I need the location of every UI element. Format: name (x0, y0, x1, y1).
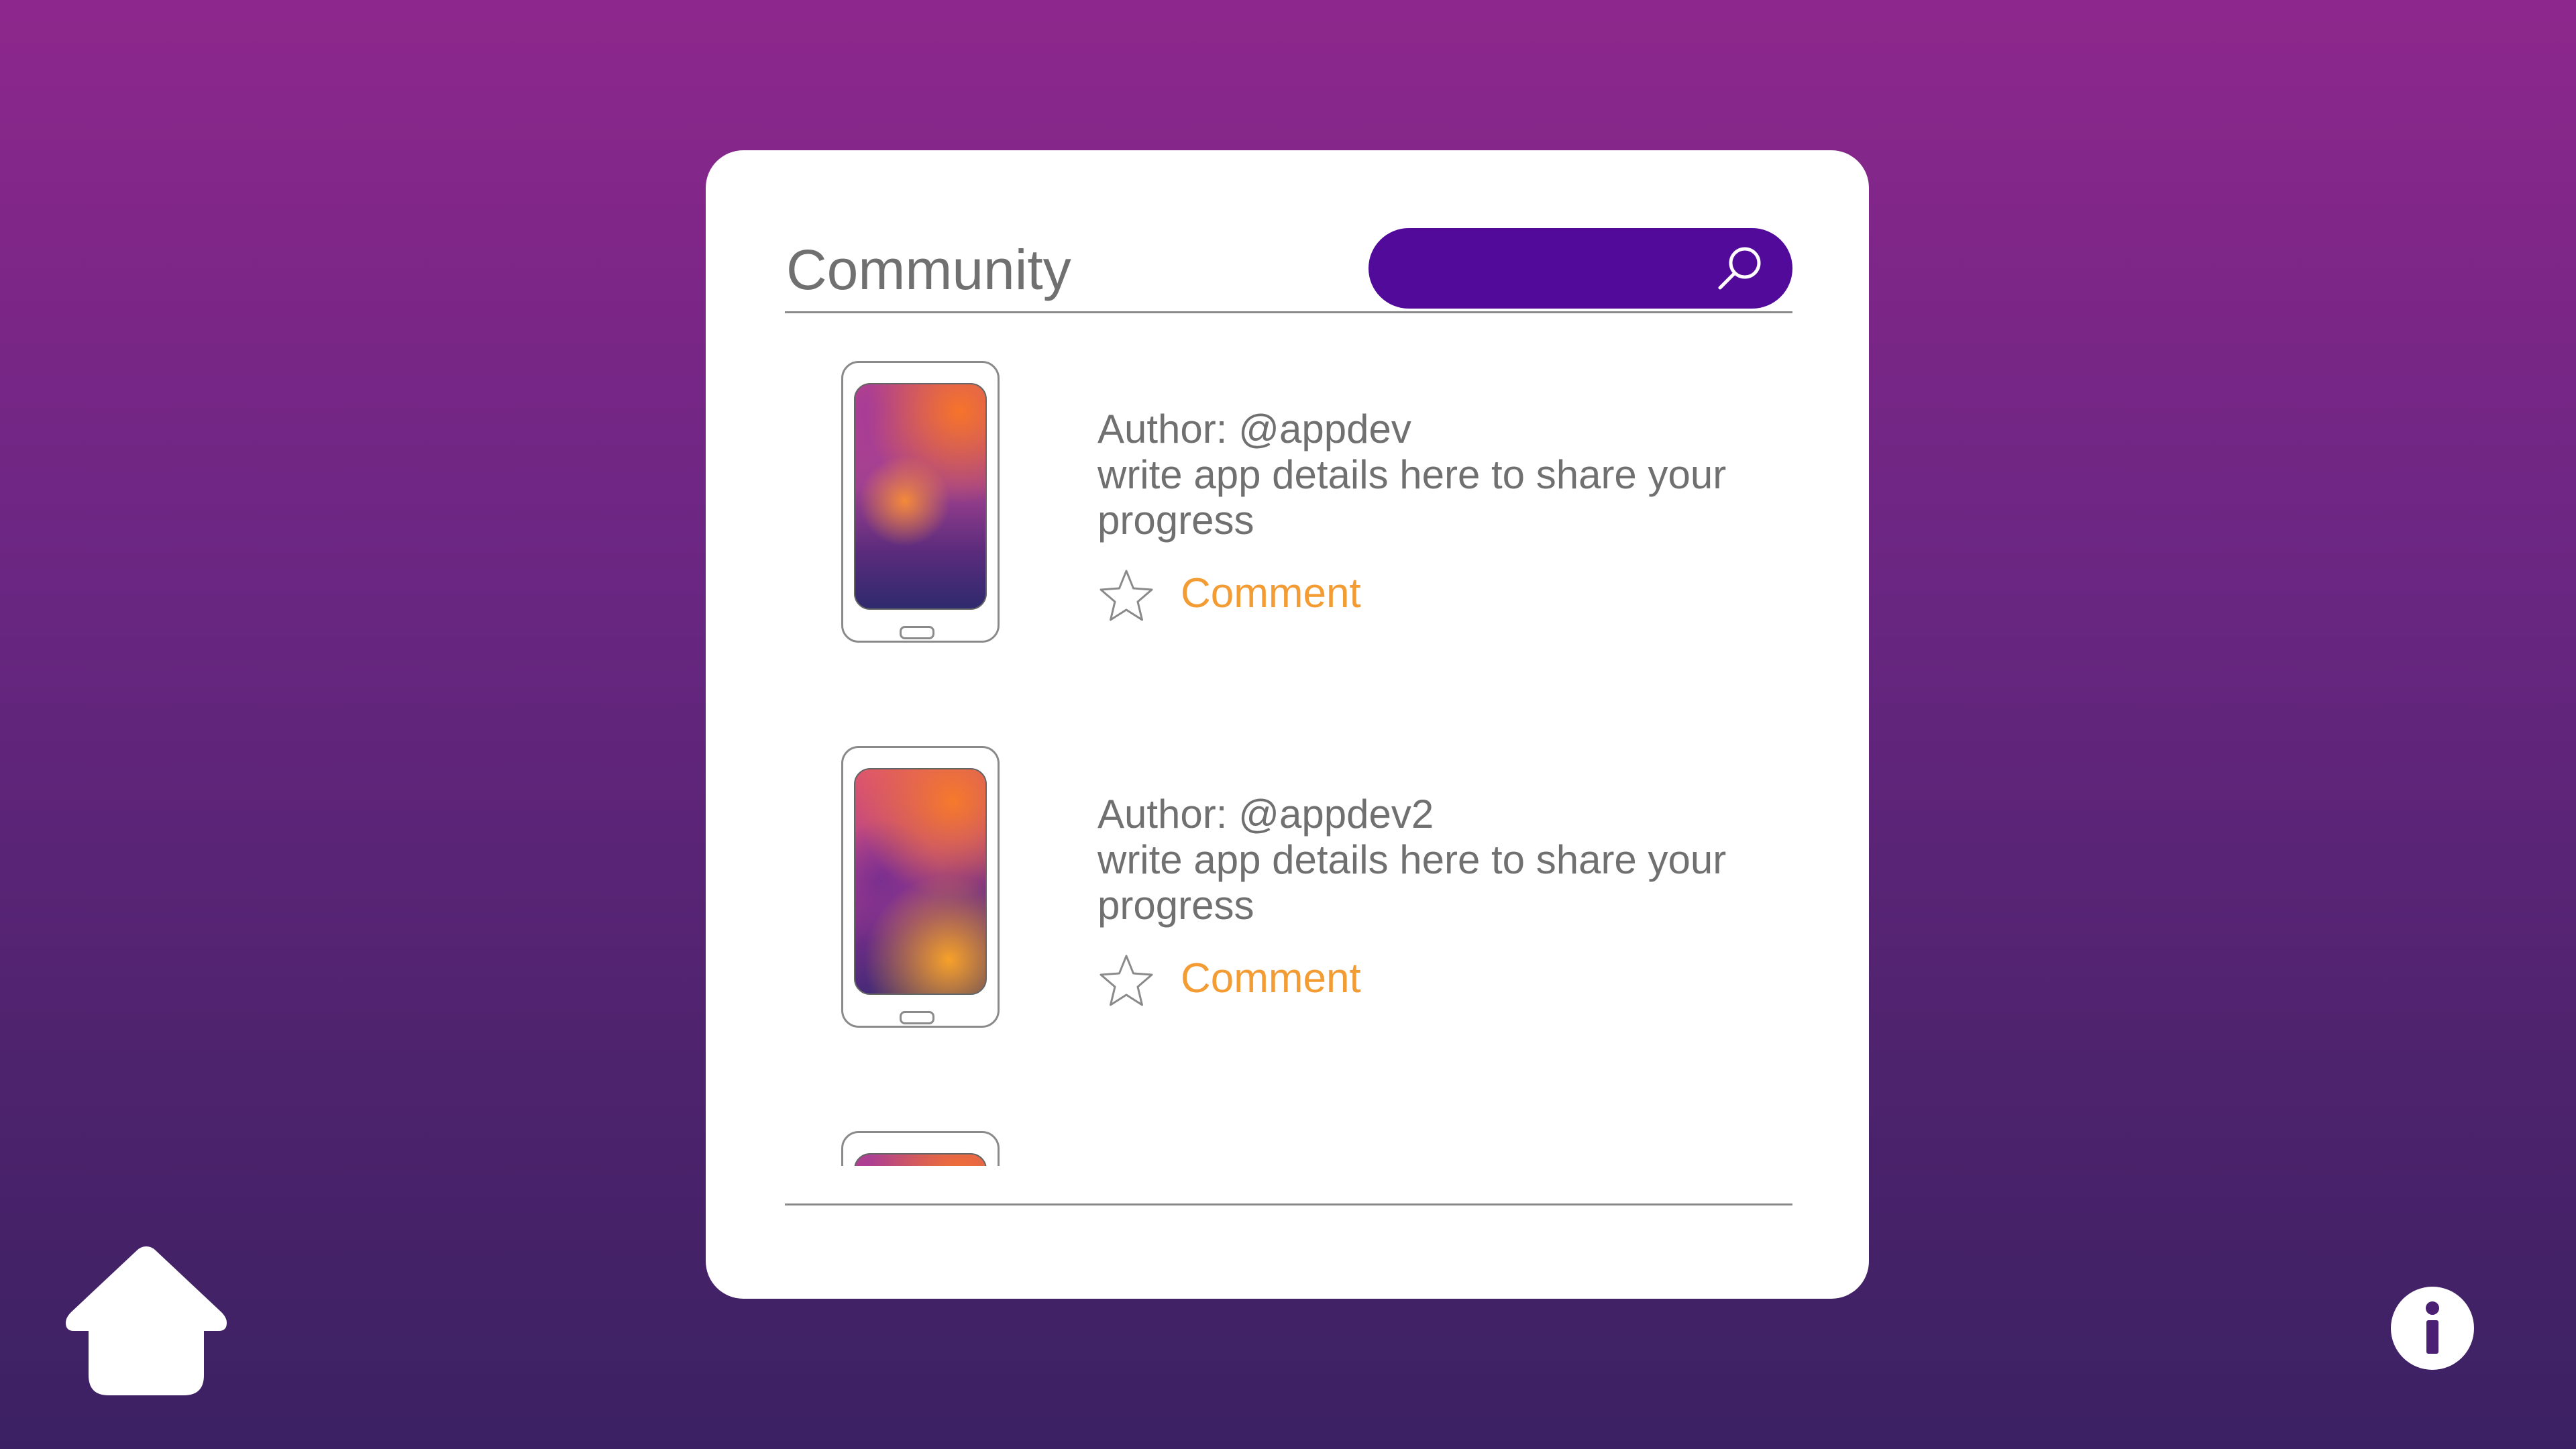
comment-link[interactable]: Comment (1181, 573, 1361, 614)
post-author: Author: @appdev (1097, 407, 1411, 451)
comment-link[interactable]: Comment (1181, 958, 1361, 1000)
post-item: Author: @appdev write app details here t… (785, 321, 1792, 643)
search-icon[interactable] (1713, 241, 1767, 295)
phone-home-button (900, 626, 934, 639)
home-icon[interactable] (66, 1246, 227, 1395)
post-feed[interactable]: Author: @appdev write app details here t… (785, 321, 1792, 1166)
post-text: Author: @appdev write app details here t… (1097, 407, 1741, 543)
page-title: Community (786, 238, 1071, 301)
post-text: Author: @appdev2 write app details here … (1097, 792, 1741, 928)
app-preview-screen (854, 383, 987, 610)
post-actions: Comment (1097, 568, 1500, 628)
post-description: write app details here to share your pro… (1097, 452, 1727, 543)
post-actions: Comment (1097, 953, 1500, 1013)
community-card: Community Author: @appdev write app deta… (706, 150, 1869, 1299)
app-preview-phone[interactable] (841, 361, 1000, 643)
star-icon[interactable] (1097, 953, 1155, 1009)
post-author: Author: @appdev2 (1097, 792, 1434, 837)
app-preview-screen (854, 768, 987, 995)
post-item: Author: @appdev2 write app details here … (785, 706, 1792, 1028)
card-header: Community (785, 228, 1792, 313)
phone-home-button (900, 1011, 934, 1024)
feed-divider (785, 1203, 1792, 1205)
search-input[interactable] (1398, 243, 1709, 295)
app-preview-phone[interactable] (841, 1131, 1000, 1166)
info-icon[interactable] (2391, 1287, 2474, 1370)
search-bar[interactable] (1368, 228, 1792, 309)
app-preview-screen (854, 1153, 987, 1166)
app-preview-phone[interactable] (841, 746, 1000, 1028)
star-icon[interactable] (1097, 568, 1155, 624)
post-description: write app details here to share your pro… (1097, 837, 1727, 928)
post-item-partial (785, 1091, 1792, 1166)
